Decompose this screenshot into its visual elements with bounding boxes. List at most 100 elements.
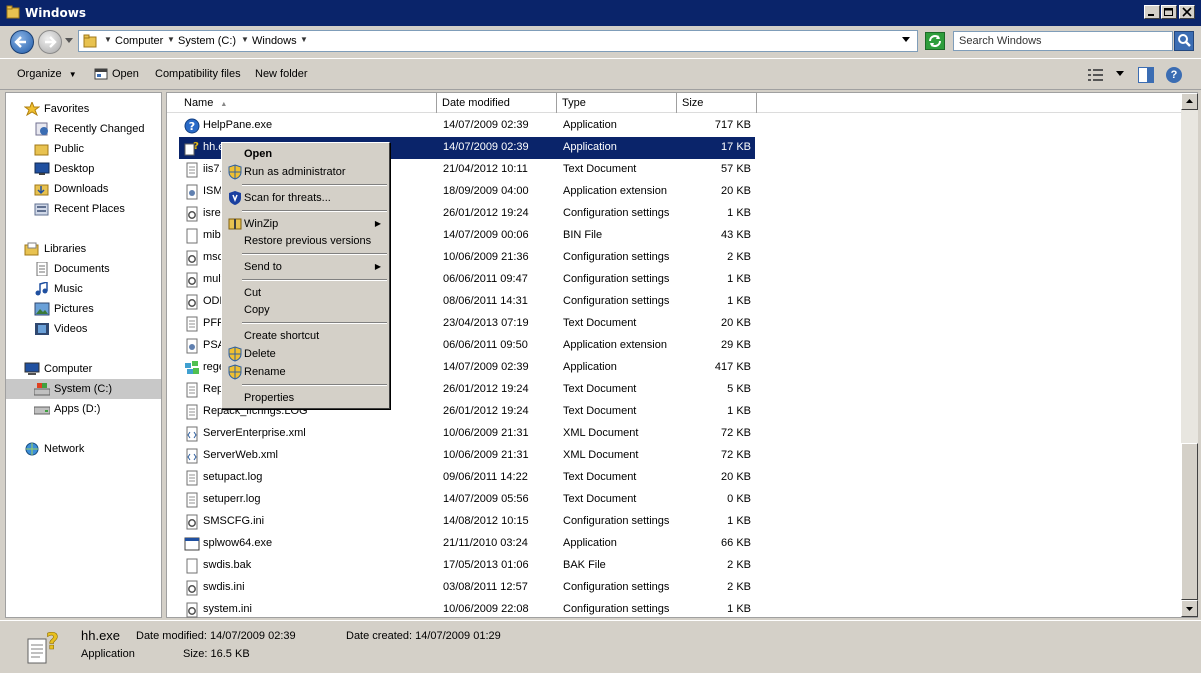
file-type: Text Document	[563, 163, 637, 175]
details-date-created: Date created: 14/07/2009 01:29	[346, 630, 501, 642]
nav-label: Downloads	[54, 183, 109, 195]
menu-item-open[interactable]: Open	[224, 145, 387, 163]
organize-button[interactable]: Organize ▼	[17, 68, 77, 80]
table-row[interactable]: splwow64.exe 21/11/2010 03:24 Application 6…	[179, 533, 755, 555]
text-file-icon	[186, 382, 198, 398]
column-header-name[interactable]: Name ▲	[179, 93, 437, 113]
svg-text:?: ?	[193, 141, 199, 152]
vertical-scrollbar[interactable]	[1181, 93, 1198, 617]
address-box[interactable]: ▼ Computer ▼ System (C:) ▼ Windows ▼	[78, 30, 918, 52]
uac-shield-icon	[228, 164, 242, 180]
nav-label: Apps (D:)	[54, 403, 101, 415]
nav-label: Music	[54, 283, 83, 295]
preview-pane-icon[interactable]	[1138, 67, 1154, 83]
help-icon: ?	[184, 118, 200, 134]
refresh-icon	[929, 35, 941, 47]
file-size: 20 KB	[721, 185, 751, 197]
menu-item-rename[interactable]: Rename	[224, 363, 387, 381]
close-button[interactable]	[1179, 5, 1195, 19]
open-button[interactable]: Open	[112, 68, 139, 80]
refresh-button[interactable]	[925, 32, 945, 50]
menu-item-properties[interactable]: Properties	[224, 389, 387, 407]
app-icon	[184, 537, 200, 551]
text-file-icon	[186, 162, 198, 178]
xml-icon	[186, 448, 198, 464]
menu-item-winzip[interactable]: WinZip ▶	[224, 215, 387, 233]
menu-item-run-as-admin[interactable]: Run as administrator	[224, 163, 387, 181]
table-row[interactable]: setuperr.log 14/07/2009 05:56 Text Documen…	[179, 489, 755, 511]
minimize-button[interactable]	[1144, 5, 1160, 19]
column-header-size[interactable]: Size	[677, 93, 757, 113]
menu-separator	[242, 384, 387, 386]
breadcrumb-arrow-icon[interactable]: ▼	[104, 35, 112, 44]
table-row[interactable]: ServerWeb.xml 10/06/2009 21:31 XML Documen…	[179, 445, 755, 467]
file-type: BIN File	[563, 229, 603, 241]
nav-label: System (C:)	[54, 383, 113, 395]
search-button[interactable]	[1174, 31, 1194, 51]
file-type: BAK File	[563, 559, 606, 571]
file-date-modified: 14/07/2009 02:39	[443, 361, 529, 373]
table-row[interactable]: swdis.bak 17/05/2013 01:06 BAK File 2 KB	[179, 555, 755, 577]
breadcrumb-windows[interactable]: Windows	[252, 35, 297, 47]
column-header-label: Type	[562, 97, 586, 109]
breadcrumb-arrow-icon[interactable]: ▼	[241, 35, 249, 44]
breadcrumb-arrow-icon[interactable]: ▼	[300, 35, 308, 44]
menu-item-scan-threats[interactable]: Scan for threats...	[224, 189, 387, 207]
compatibility-files-button[interactable]: Compatibility files	[155, 68, 241, 80]
music-icon	[35, 282, 48, 296]
submenu-arrow-icon: ▶	[374, 219, 381, 228]
menu-item-restore-versions[interactable]: Restore previous versions	[224, 232, 387, 250]
address-history-dropdown-icon[interactable]	[902, 37, 910, 43]
column-header-type[interactable]: Type	[557, 93, 677, 113]
file-size: 2 KB	[727, 581, 751, 593]
breadcrumb-arrow-icon[interactable]: ▼	[167, 35, 175, 44]
minimize-icon	[1148, 14, 1154, 16]
new-folder-button[interactable]: New folder	[255, 68, 308, 80]
text-file-icon	[186, 316, 198, 332]
scroll-up-button[interactable]	[1181, 93, 1198, 110]
blank-file-icon	[186, 228, 198, 244]
forward-button[interactable]	[38, 30, 62, 54]
nav-label: Videos	[54, 323, 88, 335]
breadcrumb-computer[interactable]: Computer	[115, 35, 163, 47]
help-button[interactable]: ?	[1166, 67, 1182, 83]
menu-item-create-shortcut[interactable]: Create shortcut	[224, 327, 387, 345]
dll-icon	[186, 184, 198, 200]
back-button[interactable]	[10, 30, 34, 54]
file-date-modified: 14/07/2009 00:06	[443, 229, 529, 241]
details-filetype: Application	[81, 648, 135, 660]
search-input[interactable]: Search Windows	[953, 31, 1173, 51]
chevron-down-icon[interactable]	[1116, 71, 1124, 77]
breadcrumb-system-c[interactable]: System (C:)	[178, 35, 236, 47]
file-size: 29 KB	[721, 339, 751, 351]
config-icon	[186, 294, 198, 310]
file-date-modified: 14/08/2012 10:15	[443, 515, 529, 527]
uac-shield-icon	[228, 364, 242, 380]
menu-item-label: Copy	[244, 304, 270, 316]
svg-text:?: ?	[46, 630, 59, 655]
details-date-modified: Date modified: 14/07/2009 02:39	[136, 630, 296, 642]
table-row[interactable]: swdis.ini 03/08/2011 12:57 Configuration s…	[179, 577, 755, 599]
text-file-icon	[186, 404, 198, 420]
table-row[interactable]: ServerEnterprise.xml 10/06/2009 21:31 XML …	[179, 423, 755, 445]
menu-item-send-to[interactable]: Send to ▶	[224, 258, 387, 276]
file-name: ServerWeb.xml	[203, 449, 278, 461]
menu-item-cut[interactable]: Cut	[224, 284, 387, 302]
file-date-modified: 14/07/2009 02:39	[443, 119, 529, 131]
menu-separator	[242, 322, 387, 324]
table-row[interactable]: SMSCFG.ini 14/08/2012 10:15 Configuration …	[179, 511, 755, 533]
menu-item-delete[interactable]: Delete	[224, 345, 387, 363]
scroll-down-button[interactable]	[1181, 600, 1198, 617]
column-header-date[interactable]: Date modified	[437, 93, 557, 113]
chevron-down-icon[interactable]	[65, 38, 73, 44]
file-size: 5 KB	[727, 383, 751, 395]
table-row[interactable]: setupact.log 09/06/2011 14:22 Text Documen…	[179, 467, 755, 489]
table-row[interactable]: ? HelpPane.exe 14/07/2009 02:39 Application…	[179, 115, 755, 137]
nav-label: Recently Changed	[54, 123, 145, 135]
table-row[interactable]: system.ini 10/06/2009 22:08 Configuration …	[179, 599, 755, 621]
menu-item-copy[interactable]: Copy	[224, 301, 387, 319]
maximize-button[interactable]	[1161, 5, 1177, 19]
details-size: Size: 16.5 KB	[183, 648, 250, 660]
scrollbar-thumb[interactable]	[1181, 443, 1198, 600]
view-list-icon[interactable]	[1088, 68, 1104, 82]
